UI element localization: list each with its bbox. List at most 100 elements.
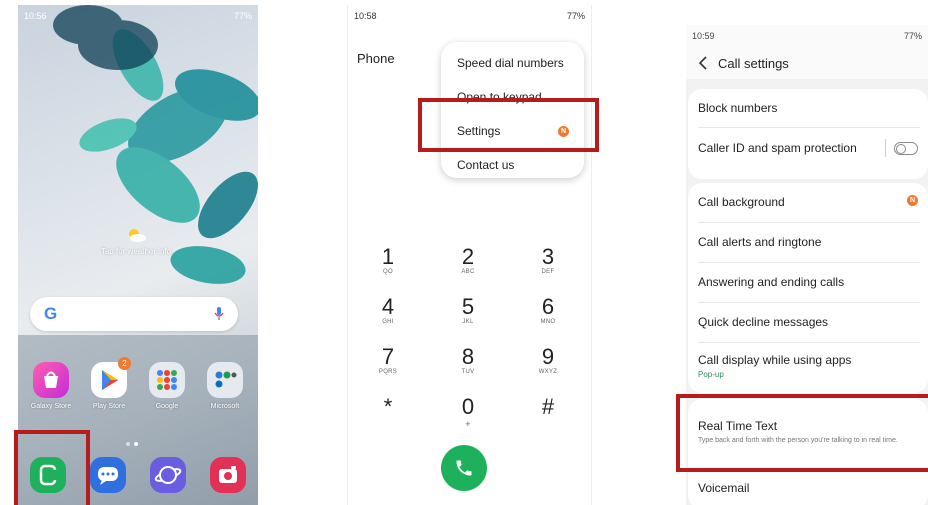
key-digit: 9 <box>541 344 555 369</box>
item-label: Call background <box>698 195 785 209</box>
key-digit: 2 <box>461 244 475 269</box>
highlight-settings-menu <box>418 98 599 152</box>
google-logo-icon: G <box>44 304 58 323</box>
weather-sun-icon <box>129 229 146 242</box>
key-letters: WXYZ <box>538 369 558 375</box>
divider <box>885 139 886 157</box>
key-digit: * <box>383 394 393 419</box>
key-5[interactable]: 5 JKL <box>438 294 498 326</box>
weather-widget[interactable]: Tap for weather info <box>66 227 206 256</box>
app-google-folder[interactable]: Google <box>140 362 194 410</box>
voicemail-icon: QO <box>383 269 393 275</box>
battery-status: 77% <box>566 11 585 21</box>
app-row: Galaxy Store 2 Play Store Google Microso… <box>24 357 252 410</box>
key-letters: ABC <box>461 269 475 275</box>
page-title: Call settings <box>718 55 789 71</box>
highlight-phone-app <box>14 430 90 505</box>
notification-badge: 2 <box>118 357 131 370</box>
key-digit: 1 <box>381 244 395 269</box>
status-bar: 10:56 77% <box>18 5 258 27</box>
key-7[interactable]: 7 PQRS <box>358 344 418 376</box>
voicemail-item[interactable]: Voicemail <box>698 481 918 495</box>
quick-decline-item[interactable]: Quick decline messages <box>698 315 918 329</box>
battery-status: 77% <box>233 11 252 21</box>
call-button[interactable] <box>441 445 487 491</box>
page-indicator <box>126 442 138 446</box>
camera-app-icon[interactable] <box>210 457 246 493</box>
key-digit: 7 <box>381 344 395 369</box>
key-letters: DEF <box>541 269 555 275</box>
key-digit: 5 <box>461 294 475 319</box>
status-time: 10:56 <box>24 11 47 21</box>
app-play-store[interactable]: 2 Play Store <box>82 357 136 410</box>
key-1[interactable]: 1 QO <box>358 244 418 276</box>
key-letters: JKL <box>462 319 474 325</box>
key-letters: PQRS <box>378 369 398 375</box>
item-label: Call display while using apps <box>698 353 852 367</box>
caller-id-toggle[interactable] <box>894 142 918 155</box>
key-9[interactable]: 9 WXYZ <box>518 344 578 376</box>
key-hash[interactable]: # <box>518 395 578 419</box>
status-bar: 10:59 77% <box>686 25 928 47</box>
galaxy-store-icon <box>33 362 69 398</box>
status-bar: 10:58 77% <box>348 5 591 27</box>
new-badge: N <box>907 195 918 206</box>
key-digit: # <box>541 394 555 419</box>
key-letters: TUV <box>461 369 475 375</box>
microsoft-folder-icon <box>207 362 243 398</box>
app-label: Google <box>155 403 179 410</box>
key-digit: 4 <box>381 294 395 319</box>
item-sublabel: Pop-up <box>698 370 724 379</box>
key-digit: 3 <box>541 244 555 269</box>
weather-text: Tap for weather info <box>100 247 172 256</box>
app-label: Galaxy Store <box>30 403 72 410</box>
page-title: Phone <box>357 51 395 66</box>
app-label: Microsoft <box>210 403 240 410</box>
divider <box>698 262 920 263</box>
key-2[interactable]: 2 ABC <box>438 244 498 276</box>
key-letters: MNO <box>540 319 556 325</box>
key-digit: 6 <box>541 294 555 319</box>
divider <box>698 222 920 223</box>
status-time: 10:59 <box>692 31 715 41</box>
menu-item-contact-us[interactable]: Contact us <box>457 158 514 172</box>
app-galaxy-store[interactable]: Galaxy Store <box>24 362 78 410</box>
settings-card-blocking: Block numbers Caller ID and spam protect… <box>688 89 928 179</box>
call-alerts-item[interactable]: Call alerts and ringtone <box>698 235 918 249</box>
block-numbers-item[interactable]: Block numbers <box>698 101 918 115</box>
key-star[interactable]: * <box>358 395 418 419</box>
battery-status: 77% <box>903 31 922 41</box>
key-letters: GHI <box>382 319 394 325</box>
key-8[interactable]: 8 TUV <box>438 344 498 376</box>
key-digit: 0 <box>461 394 475 419</box>
tutorial-collage: 10:56 77% Tap for weather info G Galaxy … <box>0 0 928 505</box>
settings-card-calls: Call background N Call alerts and ringto… <box>688 183 928 393</box>
google-folder-icon <box>149 362 185 398</box>
app-bar: Call settings <box>686 47 928 79</box>
internet-app-icon[interactable] <box>150 457 186 493</box>
back-icon[interactable] <box>698 56 708 70</box>
divider <box>698 302 920 303</box>
call-display-item[interactable]: Call display while using apps Pop-up <box>698 353 918 379</box>
key-0[interactable]: 0 + <box>438 394 498 430</box>
key-letters: + <box>465 419 471 429</box>
divider <box>698 342 920 343</box>
phone-icon <box>456 460 472 476</box>
key-4[interactable]: 4 GHI <box>358 294 418 326</box>
divider <box>698 127 920 128</box>
app-microsoft-folder[interactable]: Microsoft <box>198 362 252 410</box>
highlight-real-time-text <box>676 394 928 472</box>
play-store-icon: 2 <box>91 357 131 398</box>
menu-item-speed-dial[interactable]: Speed dial numbers <box>457 56 564 70</box>
app-label: Play Store <box>92 403 126 410</box>
google-search-bar[interactable]: G <box>30 297 238 331</box>
key-6[interactable]: 6 MNO <box>518 294 578 326</box>
microphone-icon[interactable] <box>214 307 224 321</box>
call-background-item[interactable]: Call background N <box>698 195 918 209</box>
key-3[interactable]: 3 DEF <box>518 244 578 276</box>
status-time: 10:58 <box>354 11 377 21</box>
key-digit: 8 <box>461 344 475 369</box>
answering-item[interactable]: Answering and ending calls <box>698 275 918 289</box>
dialer-screen: 10:58 77% Phone Speed dial numbers Open … <box>347 5 592 505</box>
messages-app-icon[interactable] <box>90 457 126 493</box>
